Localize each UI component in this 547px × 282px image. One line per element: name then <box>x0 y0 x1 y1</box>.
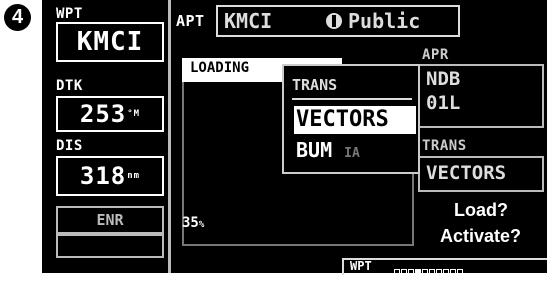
loading-progress: 35% <box>182 215 204 231</box>
approach-type: NDB <box>426 68 461 90</box>
page-group-label: WPT <box>350 259 372 273</box>
dtk-label: DTK <box>56 78 83 94</box>
transition-field[interactable]: VECTORS <box>418 156 544 192</box>
page-segment <box>422 269 428 278</box>
progress-unit: % <box>198 220 205 230</box>
approach-runway: 01L <box>426 92 461 114</box>
activate-prompt[interactable]: Activate? <box>414 226 547 247</box>
page-segment <box>408 269 414 278</box>
trans-menu-title: TRANS <box>292 76 338 94</box>
apr-label: APR <box>422 47 449 63</box>
facility-type: Public <box>348 9 421 33</box>
progress-value: 35 <box>182 215 199 231</box>
dtk-unit: °M <box>127 109 141 119</box>
gps-screen: WPT KMCI DTK 253°M DIS 318nm ENR APT KMC… <box>42 0 547 278</box>
dis-field: 318nm <box>56 156 164 196</box>
status-bar: WPT <box>342 258 547 278</box>
menu-divider <box>292 98 412 100</box>
transition-menu: TRANS VECTORS BUM IA <box>282 64 420 174</box>
mode-annunciator-lower <box>56 234 164 258</box>
load-prompt[interactable]: Load? <box>418 200 544 221</box>
page-segment <box>436 269 442 278</box>
airport-header[interactable]: KMCI Public <box>216 5 460 37</box>
page-segment <box>450 269 456 278</box>
public-facility-icon <box>326 13 342 29</box>
trans-menu-item-bum-tag: IA <box>344 146 360 161</box>
page-segment <box>415 269 421 278</box>
page-segment <box>401 269 407 278</box>
page-segment <box>429 269 435 278</box>
step-number-badge: 4 <box>4 4 31 31</box>
trans-label: TRANS <box>422 138 467 154</box>
page-segment <box>394 269 400 278</box>
dtk-field: 253°M <box>56 96 164 132</box>
wpt-field[interactable]: KMCI <box>56 22 164 62</box>
dis-unit: nm <box>127 171 141 181</box>
approach-field[interactable]: NDB 01L <box>418 64 544 128</box>
trans-menu-item-bum[interactable]: BUM IA <box>296 138 360 162</box>
dis-label: DIS <box>56 138 83 154</box>
mode-annunciator: ENR <box>56 206 164 234</box>
apt-label: APT <box>176 12 205 30</box>
panel-divider <box>168 0 171 273</box>
dtk-value: 253 <box>79 100 127 128</box>
wpt-label: WPT <box>56 6 83 22</box>
airport-id: KMCI <box>224 9 273 33</box>
page-segment <box>457 269 463 278</box>
trans-menu-item-vectors[interactable]: VECTORS <box>294 106 416 134</box>
dis-value: 318 <box>79 162 127 190</box>
page-segment <box>443 269 449 278</box>
trans-menu-item-bum-label: BUM <box>296 138 333 162</box>
